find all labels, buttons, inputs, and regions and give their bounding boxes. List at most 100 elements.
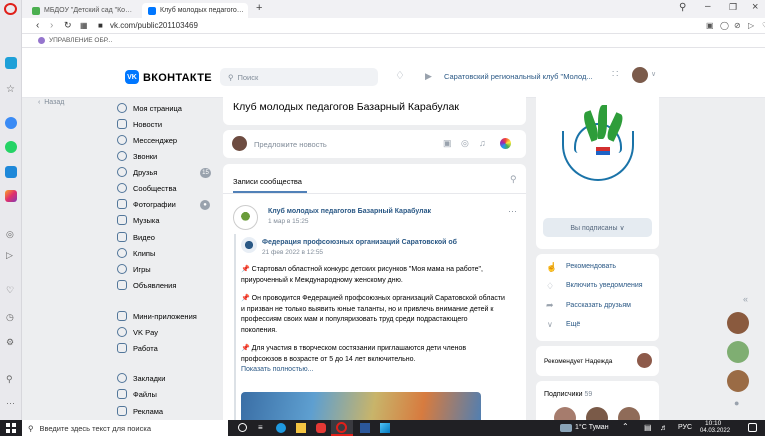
play-icon[interactable]: ▷ [748, 21, 754, 30]
nav-video[interactable]: Видео [133, 233, 155, 242]
close-window-icon[interactable]: × [752, 1, 758, 13]
volume-icon[interactable]: ♬ [660, 423, 668, 432]
vk-logo-icon[interactable]: VK [125, 70, 139, 84]
nav-communities[interactable]: Сообщества [133, 184, 177, 193]
recommender-avatar[interactable] [637, 353, 652, 368]
chat-avatar[interactable] [727, 370, 749, 392]
pin-icon[interactable]: ⚲ [6, 374, 13, 385]
url-field[interactable]: vk.com/public201103469 [110, 21, 198, 30]
forward-arrow-icon[interactable]: › [50, 20, 53, 31]
opera-logo-icon[interactable] [4, 3, 17, 15]
notifications-bell-icon[interactable]: ♢ [395, 69, 405, 82]
search-tabs-icon[interactable]: ⚲ [679, 2, 686, 13]
color-wheel-icon[interactable] [500, 138, 511, 149]
nav-ads[interactable]: Реклама [133, 407, 163, 416]
bookmark-star-icon[interactable]: ☆ [6, 84, 15, 95]
nav-games[interactable]: Игры [133, 265, 151, 274]
photos-app-icon[interactable] [380, 423, 390, 433]
settings-gear-icon[interactable]: ⚙ [6, 337, 14, 348]
repost-date[interactable]: 21 фев 2022 в 12:55 [262, 249, 323, 256]
bookmark-item[interactable]: УПРАВЛЕНИЕ ОБР... [49, 37, 112, 44]
post-composer[interactable]: Предложите новость ▣ ◎ ♫ [223, 130, 526, 158]
speed-dial-icon[interactable]: ▦ [80, 21, 88, 30]
block-icon[interactable]: ⊘ [734, 21, 741, 30]
nav-photos[interactable]: Фотографии [133, 200, 176, 209]
language-indicator[interactable]: РУС [678, 424, 692, 431]
nav-calls[interactable]: Звонки [133, 152, 157, 161]
network-icon[interactable]: ▤ [644, 423, 652, 432]
history-icon[interactable]: ◷ [6, 312, 14, 323]
nav-music[interactable]: Музыка [133, 216, 160, 225]
explorer-icon[interactable] [296, 423, 306, 433]
search-input[interactable]: ⚲ Поиск [220, 68, 378, 86]
reload-icon[interactable]: ↻ [64, 20, 72, 31]
tab-inactive[interactable]: МБДОУ "Детский сад "Ко… × [26, 3, 136, 18]
post-date[interactable]: 1 мар в 15:25 [268, 218, 308, 225]
player-icon[interactable]: ◎ [6, 229, 14, 240]
heart-icon[interactable]: ♡ [6, 285, 14, 296]
nav-my-page[interactable]: Моя страница [133, 104, 182, 113]
notification-center-icon[interactable] [748, 423, 757, 432]
nav-clips[interactable]: Клипы [133, 249, 155, 258]
tab-active[interactable]: Клуб молодых педагого… × [142, 3, 248, 18]
post-image[interactable] [241, 392, 481, 422]
profile-avatar[interactable] [632, 67, 648, 83]
repost-avatar[interactable] [241, 237, 257, 253]
windows-start-icon[interactable] [6, 423, 16, 433]
chat-avatar[interactable] [727, 312, 749, 334]
task-view-icon[interactable] [238, 423, 247, 432]
home-icon[interactable] [5, 57, 17, 69]
community-avatar[interactable] [233, 205, 258, 230]
nav-bookmarks[interactable]: Закладки [133, 374, 165, 383]
youtube-icon[interactable] [316, 423, 326, 433]
maximize-icon[interactable]: ❐ [729, 2, 737, 13]
weather-text[interactable]: 1°C Туман [575, 424, 609, 431]
action-share[interactable]: Рассказать друзьям [566, 302, 631, 309]
post-author[interactable]: Клуб молодых педагогов Базарный Карабула… [268, 208, 431, 215]
vk-logo-text[interactable]: ВКОНТАКТЕ [143, 72, 212, 84]
nav-messenger[interactable]: Мессенджер [133, 136, 177, 145]
edge-icon[interactable] [276, 423, 286, 433]
clock-time[interactable]: 10:10 [705, 420, 721, 427]
whatsapp-icon[interactable] [5, 141, 17, 153]
tab-community-posts[interactable]: Записи сообщества [233, 177, 302, 186]
back-link[interactable]: ‹ Назад [38, 99, 64, 106]
photo-attach-icon[interactable]: ▣ [443, 138, 452, 149]
messenger-icon[interactable] [5, 117, 17, 129]
apps-grid-icon[interactable]: ∷ [612, 69, 618, 80]
now-playing-text[interactable]: Саратовский региональный клуб "Молод... [444, 72, 593, 81]
nav-vk-pay[interactable]: VK Pay [133, 328, 158, 337]
video-attach-icon[interactable]: ◎ [461, 138, 469, 149]
profile-menu-chevron-icon[interactable]: ∨ [651, 70, 656, 78]
nav-friends[interactable]: Друзья [133, 168, 157, 177]
new-tab-button[interactable]: + [256, 2, 262, 14]
show-more-link[interactable]: Показать полностью... [241, 365, 521, 376]
collapse-panel-chevron-icon[interactable]: « [743, 294, 748, 304]
action-recommend[interactable]: Рекомендовать [566, 263, 616, 270]
shield-icon[interactable]: ◯ [720, 21, 729, 30]
send-icon[interactable]: ▷ [6, 250, 13, 261]
back-arrow-icon[interactable]: ‹ [36, 20, 39, 31]
player-play-icon[interactable]: ▶ [425, 71, 432, 82]
music-attach-icon[interactable]: ♫ [479, 138, 486, 148]
wall-search-icon[interactable]: ⚲ [510, 174, 517, 185]
subscribed-button[interactable]: Вы подписаны ∨ [543, 218, 652, 237]
action-notifications[interactable]: Включить уведомления [566, 282, 643, 289]
repost-author[interactable]: Федерация профсоюзных организаций Сарато… [262, 239, 457, 246]
opera-taskbar-icon[interactable] [331, 420, 353, 436]
tray-chevron-icon[interactable]: ⌃ [622, 422, 629, 431]
taskbar-search-box[interactable]: ⚲ Введите здесь текст для поиска [22, 420, 228, 436]
chat-more-dot-icon[interactable]: ● [734, 398, 739, 408]
nav-files[interactable]: Файлы [133, 390, 157, 399]
widgets-icon[interactable]: ≡ [258, 423, 263, 432]
more-dots-icon[interactable]: ··· [6, 398, 15, 408]
camera-icon[interactable]: ▣ [706, 21, 714, 30]
nav-news[interactable]: Новости [133, 120, 162, 129]
instagram-icon[interactable] [5, 190, 17, 202]
action-more[interactable]: Ещё [566, 321, 580, 328]
nav-work[interactable]: Работа [133, 344, 158, 353]
nav-mini-apps[interactable]: Мини-приложения [133, 312, 197, 321]
word-icon[interactable] [360, 423, 370, 433]
chat-avatar[interactable] [727, 341, 749, 363]
minimize-icon[interactable]: – [705, 1, 711, 12]
